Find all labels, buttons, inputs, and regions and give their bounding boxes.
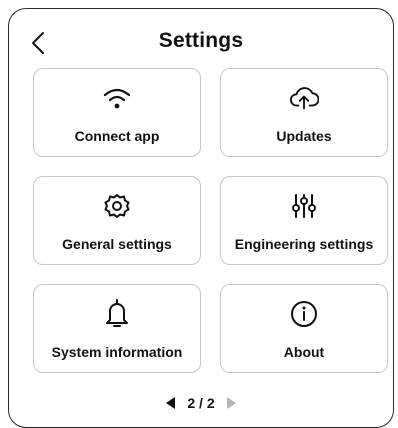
current-page: 2 — [187, 395, 196, 411]
previous-page-button[interactable] — [165, 397, 177, 409]
page-title: Settings — [158, 29, 244, 52]
sliders-icon — [289, 191, 319, 221]
settings-screen: Settings Connect app Updates General set… — [8, 8, 394, 428]
tile-label: General settings — [62, 236, 172, 252]
updates-button[interactable]: Updates — [220, 68, 388, 157]
tile-label: Updates — [276, 128, 332, 144]
page-indicator: 2 / 2 — [187, 395, 214, 411]
general-settings-button[interactable]: General settings — [33, 176, 201, 265]
tile-label: System information — [51, 344, 183, 360]
tile-label: About — [283, 344, 325, 360]
triangle-left-icon — [166, 397, 176, 409]
pagination: 2 / 2 — [9, 393, 393, 413]
next-page-button[interactable] — [225, 397, 237, 409]
bell-icon — [102, 299, 132, 329]
info-icon — [289, 299, 319, 329]
gear-icon — [102, 191, 132, 221]
about-button[interactable]: About — [220, 284, 388, 373]
engineering-settings-button[interactable]: Engineering settings — [220, 176, 388, 265]
wifi-icon — [102, 83, 132, 113]
triangle-right-icon — [226, 397, 236, 409]
page-separator: / — [199, 395, 203, 411]
total-pages: 2 — [206, 395, 215, 411]
cloud-upload-icon — [289, 83, 319, 113]
tile-label: Connect app — [74, 128, 160, 144]
system-information-button[interactable]: System information — [33, 284, 201, 373]
connect-app-button[interactable]: Connect app — [33, 68, 201, 157]
tile-label: Engineering settings — [234, 236, 374, 252]
